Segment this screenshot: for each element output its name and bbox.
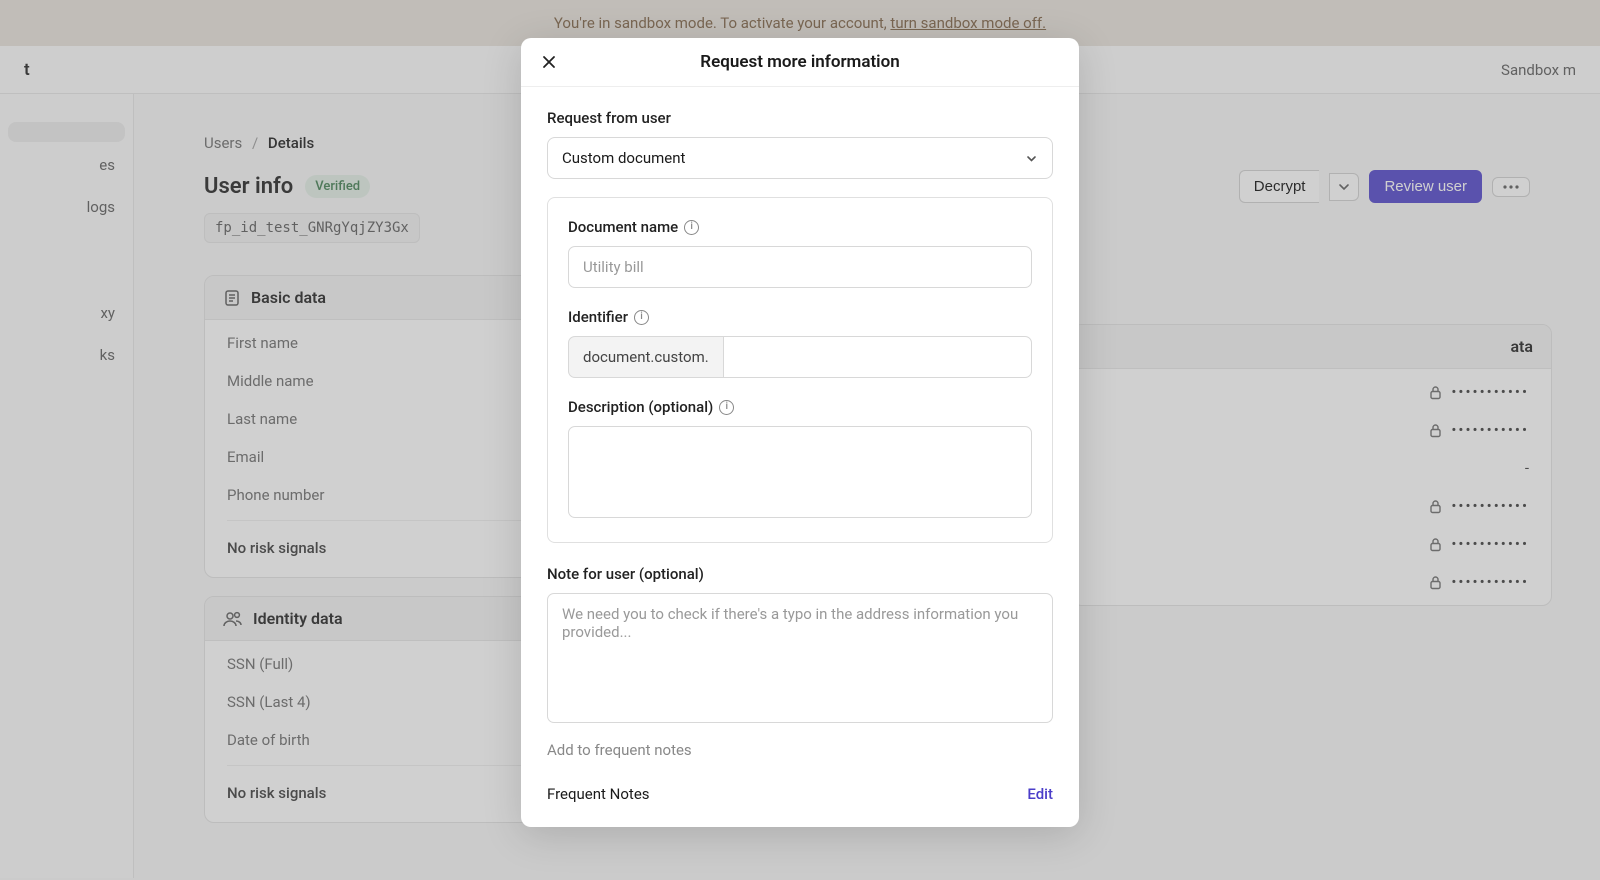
select-value: Custom document — [562, 149, 685, 167]
frequent-notes-label: Frequent Notes — [547, 785, 650, 803]
modal-close-button[interactable] — [537, 50, 561, 74]
identifier-input[interactable] — [723, 336, 1032, 378]
note-textarea[interactable] — [547, 593, 1053, 723]
add-frequent-link[interactable]: Add to frequent notes — [547, 741, 692, 759]
document-fields-box: Document name i Identifier i document.cu… — [547, 197, 1053, 543]
request-from-label: Request from user — [547, 109, 1053, 127]
close-icon — [541, 54, 557, 70]
edit-link[interactable]: Edit — [1027, 785, 1053, 803]
request-from-select[interactable]: Custom document — [547, 137, 1053, 179]
doc-name-label: Document name i — [568, 218, 1032, 236]
identifier-label: Identifier i — [568, 308, 1032, 326]
info-icon[interactable]: i — [719, 400, 734, 415]
identifier-prefix: document.custom. — [568, 336, 723, 378]
info-icon[interactable]: i — [684, 220, 699, 235]
modal-title: Request more information — [539, 52, 1061, 72]
info-icon[interactable]: i — [634, 310, 649, 325]
description-label: Description (optional) i — [568, 398, 1032, 416]
doc-name-input[interactable] — [568, 246, 1032, 288]
request-info-modal: Request more information Request from us… — [521, 38, 1079, 827]
note-label: Note for user (optional) — [547, 565, 1053, 583]
chevron-down-icon — [1025, 152, 1038, 165]
description-textarea[interactable] — [568, 426, 1032, 518]
